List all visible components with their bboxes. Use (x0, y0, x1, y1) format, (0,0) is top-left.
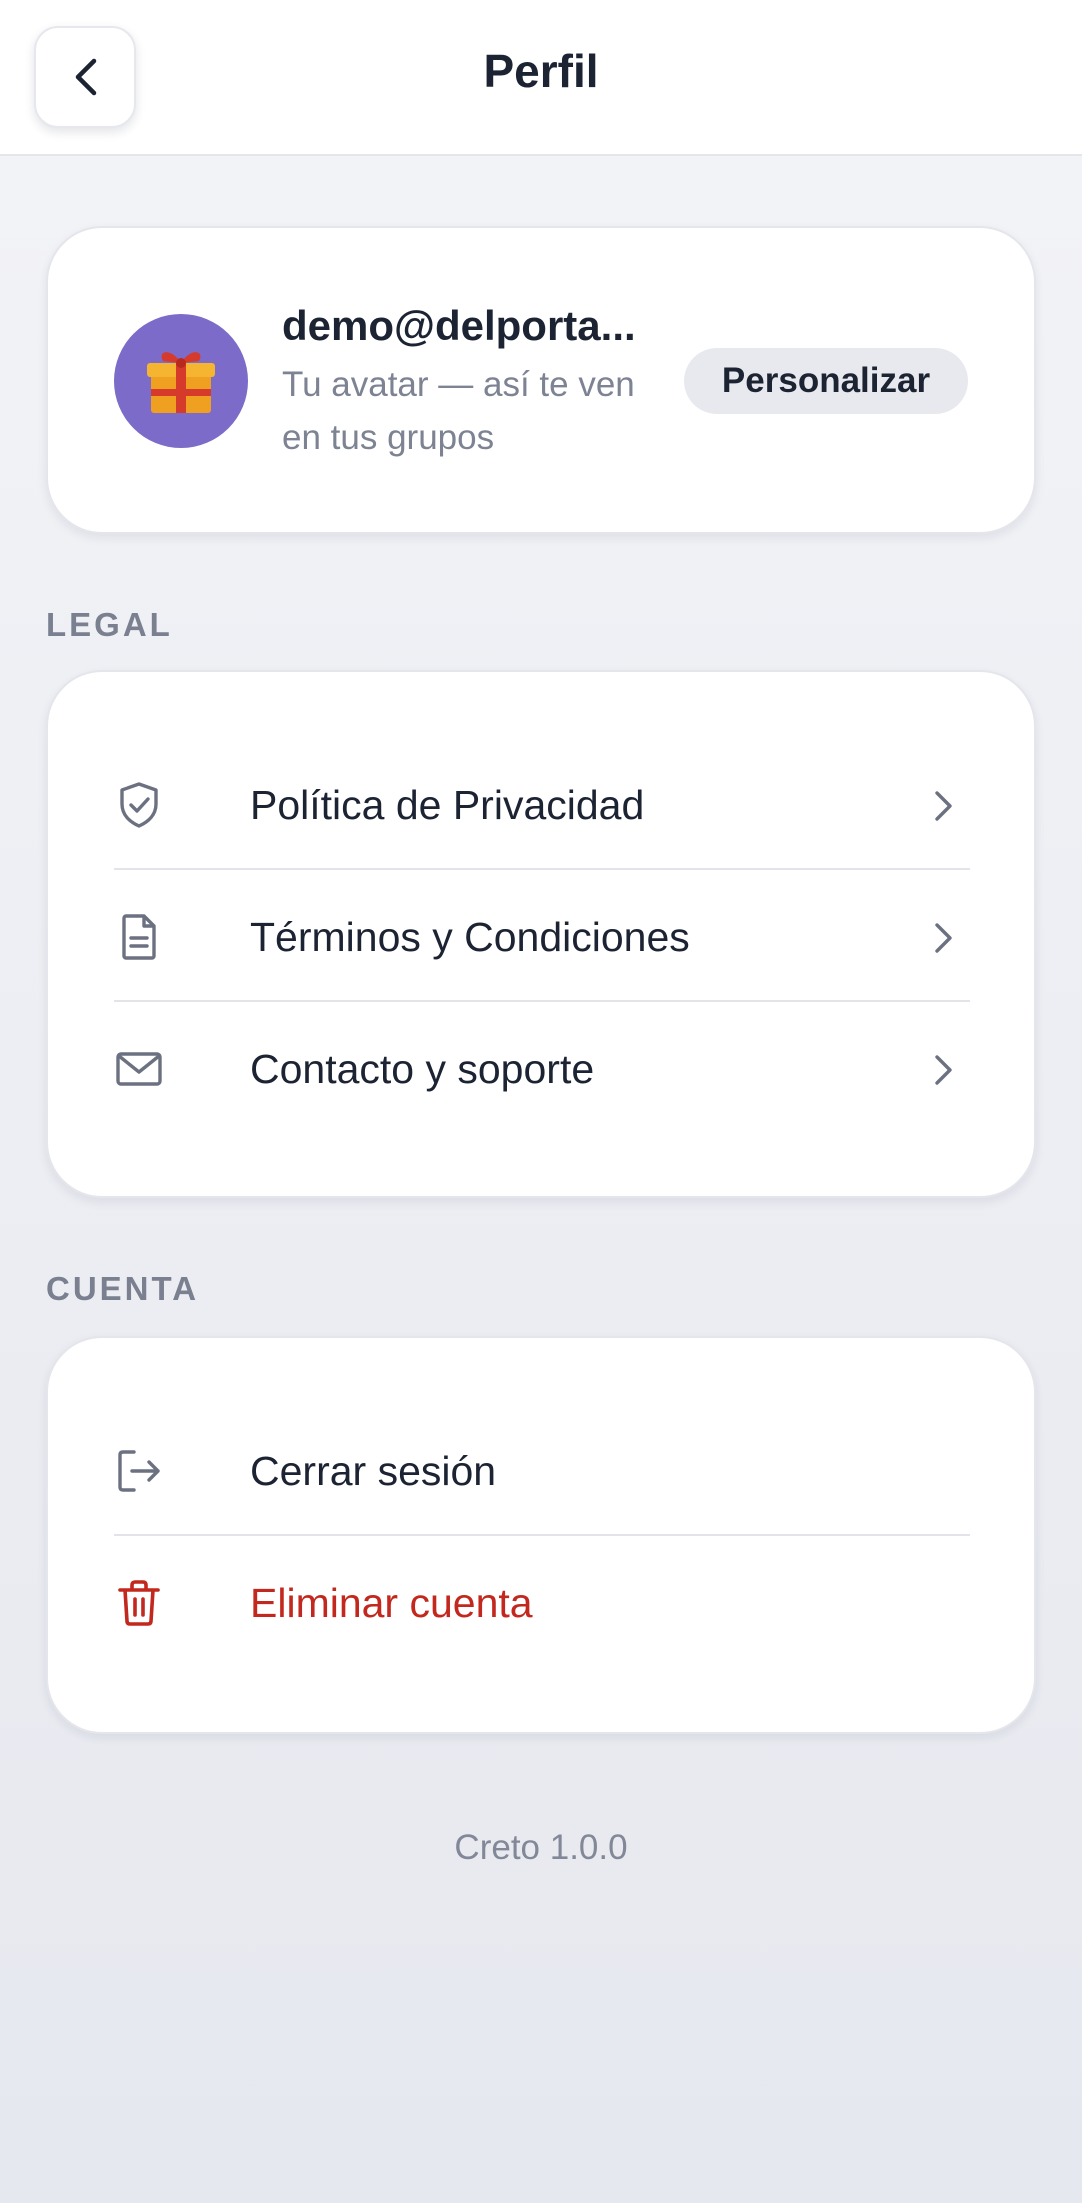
contact-support-item[interactable]: Contacto y soporte (114, 1002, 970, 1134)
avatar-description: Tu avatar — así te ven en tus grupos (282, 365, 635, 457)
terms-conditions-item[interactable]: Términos y Condiciones (114, 870, 970, 1002)
privacy-policy-item[interactable]: Política de Privacidad (114, 738, 970, 870)
section-title-account: CUENTA (46, 1270, 200, 1307)
contact-support-label: Contacto y soporte (250, 1046, 595, 1092)
chevron-right-icon (935, 923, 952, 953)
avatar[interactable] (114, 314, 248, 448)
gift-icon (147, 352, 215, 413)
trash-icon (118, 1580, 160, 1626)
app-version: Creto 1.0.0 (454, 1828, 628, 1867)
mail-icon (116, 1052, 162, 1086)
logout-icon (118, 1450, 160, 1492)
delete-account-item[interactable]: Eliminar cuenta (114, 1536, 970, 1668)
logout-item[interactable]: Cerrar sesión (114, 1404, 970, 1536)
shield-check-icon (120, 782, 158, 828)
delete-account-label: Eliminar cuenta (250, 1580, 533, 1626)
terms-conditions-label: Términos y Condiciones (250, 914, 690, 960)
account-card: Cerrar sesión Eliminar cuenta (46, 1336, 1036, 1734)
user-email: demo@delporta... (282, 302, 636, 349)
legal-card: Política de Privacidad Términos y Condic… (46, 670, 1036, 1198)
logout-label: Cerrar sesión (250, 1448, 497, 1494)
privacy-policy-label: Política de Privacidad (250, 782, 645, 828)
customize-avatar-button[interactable]: Personalizar (684, 348, 968, 414)
page-title: Perfil (483, 45, 599, 97)
top-bar: Perfil (0, 0, 1082, 156)
document-icon (122, 914, 156, 960)
chevron-right-icon (935, 791, 952, 821)
section-title-legal: LEGAL (46, 606, 173, 643)
profile-card: demo@delporta... Tu avatar — así te ven … (46, 226, 1036, 534)
chevron-right-icon (935, 1055, 952, 1085)
